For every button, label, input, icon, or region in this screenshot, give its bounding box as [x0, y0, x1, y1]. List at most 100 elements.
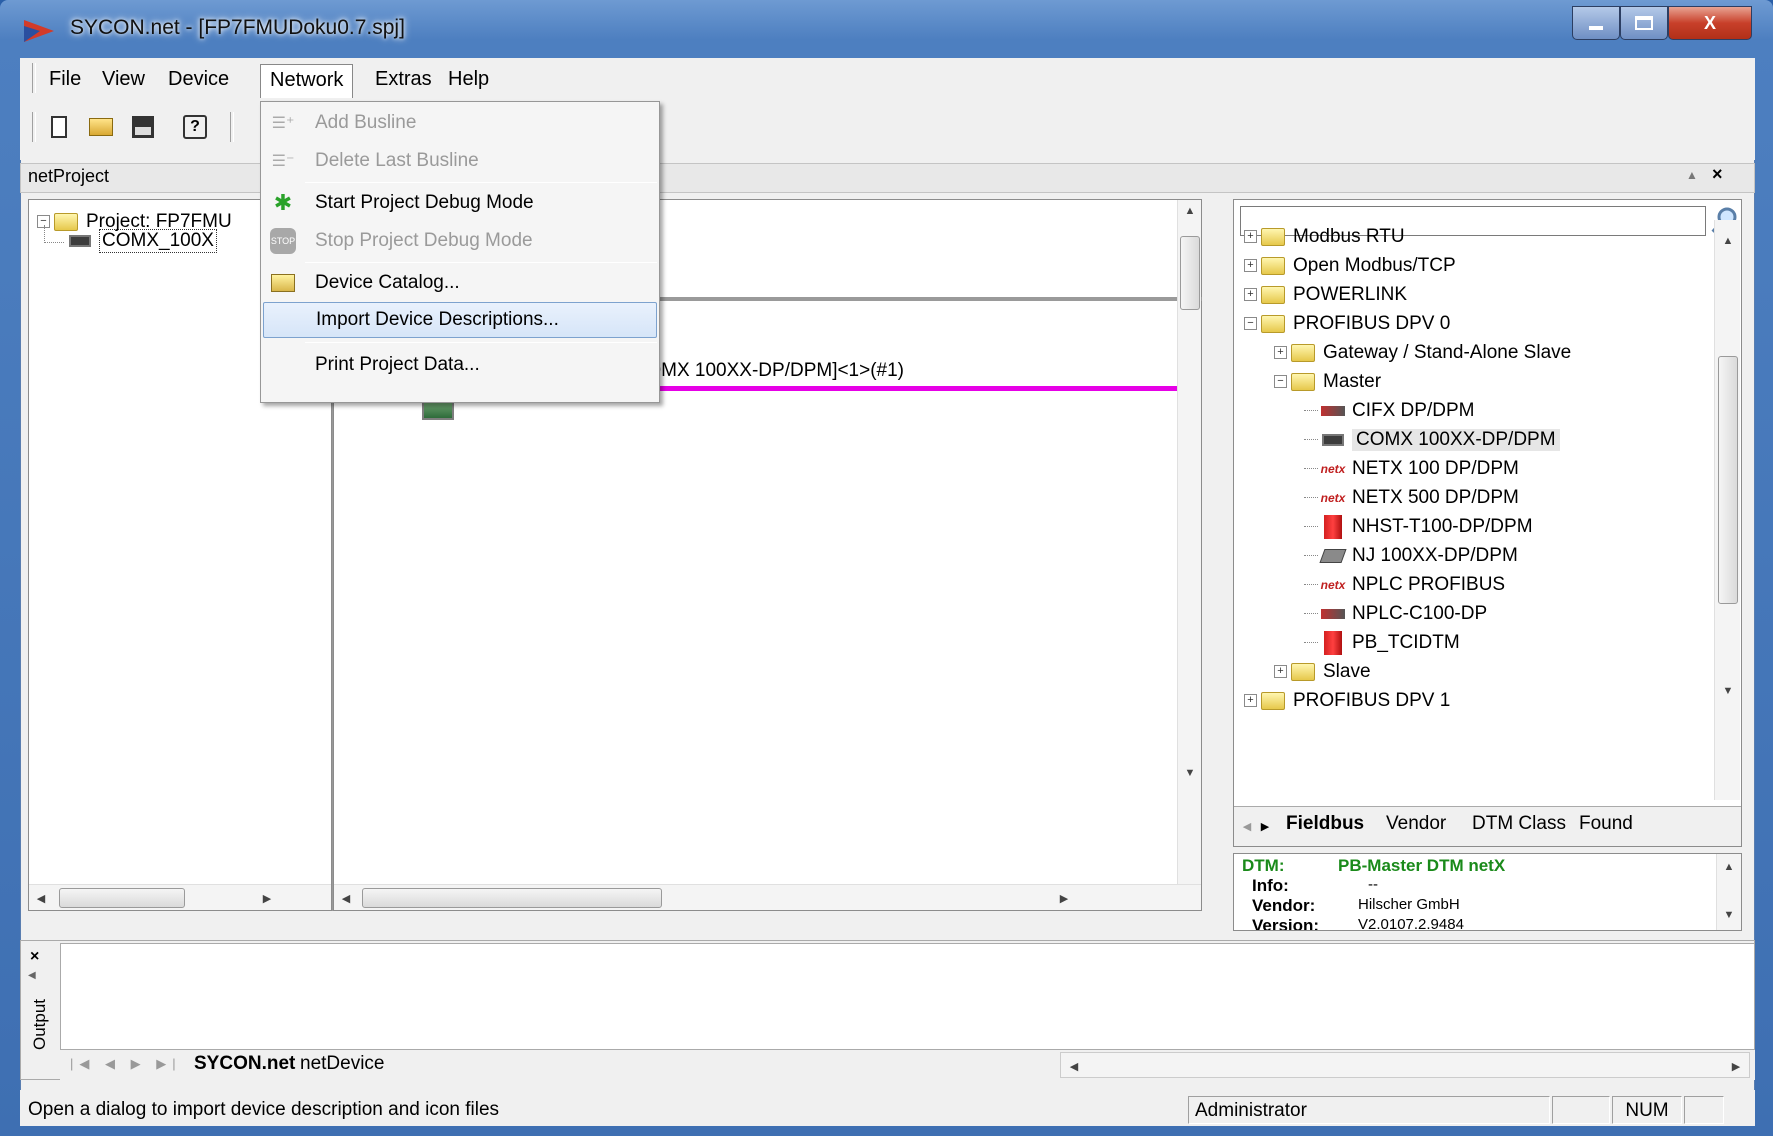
menu-stop-debug[interactable]: STOP Stop Project Debug Mode — [263, 222, 657, 260]
open-file-button[interactable] — [84, 110, 118, 144]
collapse-icon[interactable]: − — [1274, 375, 1287, 388]
catalog-tree-item-label: CIFX DP/DPM — [1352, 399, 1475, 421]
scroll-thumb[interactable] — [1180, 236, 1200, 310]
tab-sycon-net[interactable]: SYCON.net — [194, 1053, 295, 1075]
scroll-left-icon[interactable]: ◀ — [338, 891, 354, 905]
tree-device-node[interactable]: COMX_100X — [67, 224, 217, 257]
menu-network[interactable]: Network — [260, 64, 354, 100]
catalog-tree-item[interactable]: + Modbus RTU — [1244, 222, 1405, 251]
tree-line — [1304, 410, 1318, 411]
menu-start-debug[interactable]: ✱ Start Project Debug Mode — [263, 184, 657, 222]
red-module-icon — [1324, 630, 1342, 655]
scroll-up-icon[interactable]: ▲ — [1182, 204, 1198, 218]
folder-icon — [1261, 256, 1285, 275]
catalog-tree-item[interactable]: netx NETX 500 DP/DPM — [1304, 483, 1519, 512]
scroll-thumb[interactable] — [59, 888, 185, 908]
scroll-left-icon[interactable]: ◀ — [33, 891, 49, 905]
expand-icon[interactable]: + — [1244, 259, 1257, 272]
catalog-tree-item[interactable]: netx NPLC PROFIBUS — [1304, 570, 1505, 599]
scroll-up-icon[interactable]: ▲ — [1720, 234, 1736, 248]
menu-view[interactable]: View — [93, 64, 154, 96]
version-value: V2.0107.2.9484 — [1358, 916, 1464, 931]
output-horizontal-scrollbar[interactable]: ◀ ▶ — [1060, 1052, 1750, 1078]
expand-icon[interactable]: + — [1274, 665, 1287, 678]
save-button[interactable] — [126, 110, 160, 144]
stop-icon: STOP — [263, 222, 303, 260]
menu-import-device-descriptions[interactable]: Import Device Descriptions... — [263, 302, 657, 338]
scroll-left-icon[interactable]: ◀ — [1067, 1059, 1081, 1073]
catalog-tree-item[interactable]: NJ 100XX-DP/DPM — [1304, 541, 1518, 570]
scroll-down-icon[interactable]: ▼ — [1720, 684, 1736, 698]
output-pin-icon[interactable]: ◀ — [28, 970, 36, 981]
catalog-tree-item[interactable]: COMX 100XX-DP/DPM — [1304, 425, 1560, 454]
catalog-tree-item[interactable]: + Slave — [1274, 657, 1371, 686]
scroll-right-icon[interactable]: ▶ — [1729, 1059, 1743, 1073]
scroll-thumb[interactable] — [1718, 356, 1738, 604]
scroll-right-icon[interactable]: ▶ — [1056, 891, 1072, 905]
output-text-area[interactable] — [60, 943, 1755, 1050]
center-vertical-scrollbar[interactable]: ▲ ▼ — [1177, 200, 1201, 884]
menu-extras[interactable]: Extras — [366, 64, 441, 96]
panel-close-icon[interactable]: × — [1712, 164, 1723, 185]
dtm-value: PB-Master DTM netX — [1338, 856, 1506, 875]
expand-icon[interactable]: + — [1274, 346, 1287, 359]
output-tab-nav-icon[interactable]: |◀ ◀ ▶ ▶| — [70, 1056, 182, 1072]
expand-icon[interactable]: + — [1244, 694, 1257, 707]
catalog-vertical-scrollbar[interactable]: ▲ ▼ — [1714, 220, 1740, 800]
tree-line — [1304, 468, 1318, 469]
minimize-button[interactable] — [1572, 6, 1620, 40]
dtm-key: DTM: — [1242, 856, 1285, 875]
tab-scroll-right-icon[interactable]: ▶ — [1258, 819, 1272, 833]
catalog-tree-item[interactable]: − Master — [1274, 367, 1381, 396]
catalog-tree-item[interactable]: NHST-T100-DP/DPM — [1304, 512, 1533, 541]
tab-netdevice[interactable]: netDevice — [300, 1053, 385, 1075]
title-bar[interactable]: SYCON.net - [FP7FMUDoku0.7.spj] X — [0, 0, 1773, 56]
tab-vendor[interactable]: Vendor — [1386, 813, 1446, 835]
catalog-tree-item-label: NJ 100XX-DP/DPM — [1352, 544, 1518, 566]
catalog-tree-item[interactable]: NPLC-C100-DP — [1304, 599, 1487, 628]
menu-print-project-data[interactable]: Print Project Data... — [263, 346, 657, 384]
scroll-down-icon[interactable]: ▼ — [1722, 908, 1736, 922]
panel-pin-icon[interactable]: ▲ — [1686, 168, 1698, 182]
maximize-button[interactable] — [1620, 6, 1668, 40]
catalog-tree-item[interactable]: netx NETX 100 DP/DPM — [1304, 454, 1519, 483]
catalog-tree-item[interactable]: + Gateway / Stand-Alone Slave — [1274, 338, 1571, 367]
menu-help[interactable]: Help — [439, 64, 498, 96]
catalog-tree-item[interactable]: + PROFIBUS DPV 1 — [1244, 686, 1450, 715]
menu-device-catalog[interactable]: Device Catalog... — [263, 264, 657, 302]
scroll-right-icon[interactable]: ▶ — [259, 891, 275, 905]
catalog-tree-item[interactable]: − PROFIBUS DPV 0 — [1244, 309, 1450, 338]
catalog-tree-item-label: PB_TCIDTM — [1352, 631, 1460, 653]
menu-device[interactable]: Device — [159, 64, 238, 96]
catalog-tree-item[interactable]: CIFX DP/DPM — [1304, 396, 1474, 425]
catalog-tree-item[interactable]: + POWERLINK — [1244, 280, 1407, 309]
netx-icon: netx — [1320, 490, 1346, 505]
left-horizontal-scrollbar[interactable]: ◀ ▶ — [29, 884, 331, 910]
scroll-down-icon[interactable]: ▼ — [1182, 766, 1198, 780]
catalog-tree-item[interactable]: PB_TCIDTM — [1304, 628, 1460, 657]
menu-delete-last-busline[interactable]: ☰⁻ Delete Last Busline — [263, 142, 657, 180]
tab-found[interactable]: Found — [1579, 813, 1633, 835]
expand-icon[interactable]: + — [1244, 288, 1257, 301]
new-file-button[interactable] — [42, 110, 76, 144]
help-button[interactable]: ? — [178, 110, 212, 144]
tab-fieldbus[interactable]: Fieldbus — [1286, 813, 1364, 835]
catalog-tree-item-label: NPLC PROFIBUS — [1352, 573, 1506, 595]
center-horizontal-scrollbar[interactable]: ◀ ▶ — [334, 884, 1201, 910]
info-vertical-scrollbar[interactable]: ▲ ▼ — [1716, 854, 1741, 930]
status-user: Administrator — [1188, 1096, 1550, 1124]
output-close-icon[interactable]: × — [30, 948, 39, 966]
menu-file[interactable]: File — [40, 64, 90, 96]
tab-scroll-left-icon[interactable]: ◀ — [1240, 819, 1254, 833]
project-panel-title: netProject — [28, 166, 110, 186]
catalog-tree-item[interactable]: + Open Modbus/TCP — [1244, 251, 1456, 280]
scroll-thumb[interactable] — [362, 888, 662, 908]
scroll-up-icon[interactable]: ▲ — [1722, 860, 1736, 874]
menu-add-busline[interactable]: ☰⁺ Add Busline — [263, 104, 657, 142]
tab-dtm-class[interactable]: DTM Class — [1472, 813, 1566, 835]
expand-icon[interactable]: + — [1244, 230, 1257, 243]
window-title: SYCON.net - [FP7FMUDoku0.7.spj] — [70, 16, 405, 39]
folder-icon — [1261, 691, 1285, 710]
close-button[interactable]: X — [1668, 6, 1752, 40]
collapse-icon[interactable]: − — [1244, 317, 1257, 330]
